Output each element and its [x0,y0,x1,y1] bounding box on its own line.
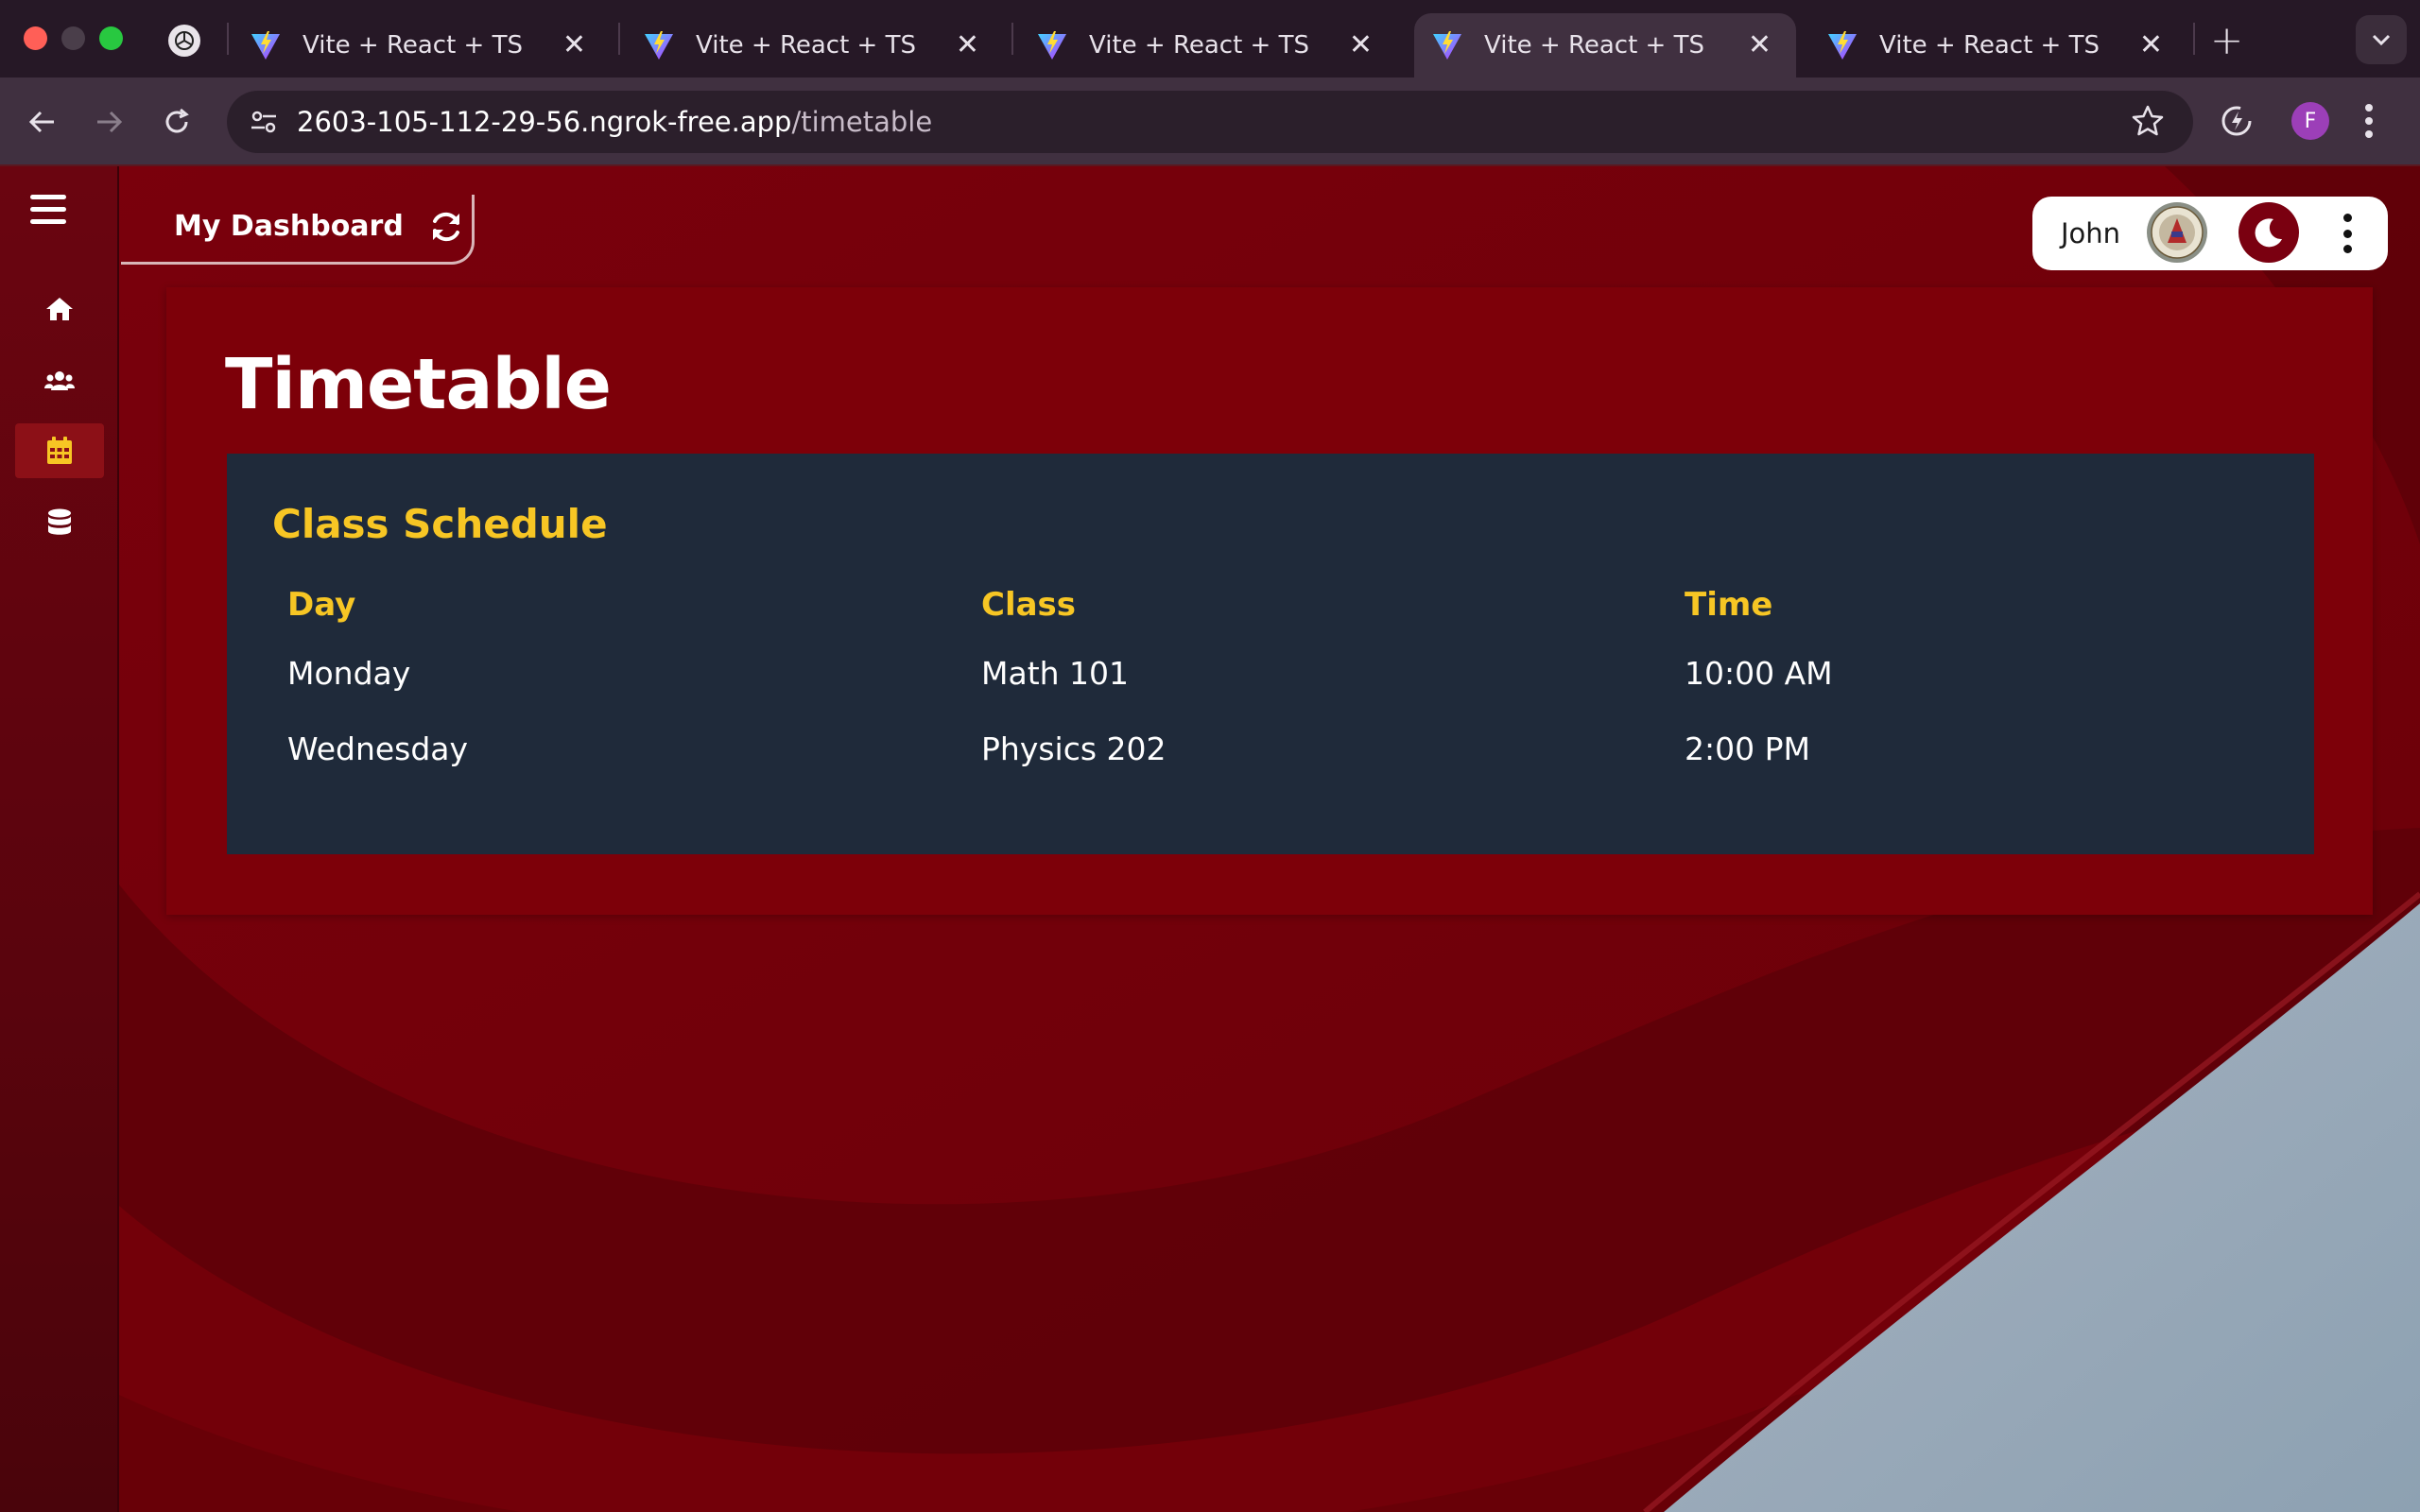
tune-icon [251,111,276,133]
extension-button[interactable] [2216,100,2257,146]
star-icon [2132,105,2164,136]
forward-button[interactable] [85,98,132,146]
tab-separator [227,23,229,55]
column-header-class: Class [981,586,1077,624]
tab-separator [1011,23,1013,55]
schedule-title: Class Schedule [272,501,608,547]
chevron-down-icon [2372,34,2391,46]
close-tab-icon[interactable]: ✕ [562,29,586,61]
browser-tab[interactable]: Vite + React + TS ✕ [626,13,1004,77]
close-window-button[interactable] [24,26,47,50]
tab-title: Vite + React + TS [1484,31,1704,60]
database-icon [48,508,71,535]
dashboard-title: My Dashboard [174,210,404,243]
sidebar [0,166,119,1512]
timetable-card: Timetable Class Schedule Day Class Time … [166,287,2373,915]
vite-icon [1828,31,1857,60]
browser-menu-button[interactable] [2363,100,2375,146]
bookmark-button[interactable] [2131,104,2165,142]
cell-time: 2:00 PM [1685,730,1810,767]
more-vertical-icon [2342,245,2352,253]
dashboard-tab[interactable]: My Dashboard [121,195,475,265]
cell-class: Math 101 [981,654,1130,692]
url-host: 2603-105-112-29-56.ngrok-free.app [297,106,792,138]
address-bar[interactable]: 2603-105-112-29-56.ngrok-free.app/timeta… [227,91,2193,153]
browser-toolbar: 2603-105-112-29-56.ngrok-free.app/timeta… [0,77,2420,166]
browser-tab-active[interactable]: Vite + React + TS ✕ [1414,13,1796,77]
tab-title: Vite + React + TS [1879,31,2100,60]
menu-icon-bar [30,207,66,212]
openai-icon [175,31,194,50]
menu-icon-bar [30,219,66,224]
close-tab-icon[interactable]: ✕ [956,29,979,61]
browser-tab[interactable]: Vite + React + TS ✕ [233,13,611,77]
class-schedule-panel: Class Schedule Day Class Time Monday Mat… [227,454,2314,854]
site-info-button[interactable] [240,98,287,146]
avatar[interactable] [2146,201,2208,264]
users-icon [44,371,75,390]
url-path: /timetable [791,106,933,138]
pinned-tab-chatgpt[interactable] [168,25,200,57]
moon-icon [2255,218,2282,248]
reload-icon [165,108,189,133]
table-row: Monday Math 101 10:00 AM [287,635,2273,711]
vite-icon [251,31,280,60]
sidebar-item-database[interactable] [15,495,104,550]
cell-time: 10:00 AM [1685,654,1833,692]
back-button[interactable] [19,98,66,146]
table-header-row: Day Class Time [287,586,2273,635]
vite-icon [1433,31,1461,60]
user-menu-pill: John [2032,197,2388,270]
cell-day: Wednesday [287,730,469,767]
menu-icon-bar [30,195,66,199]
close-tab-icon[interactable]: ✕ [2139,29,2163,61]
tab-separator [618,23,620,55]
app-viewport: My Dashboard John Timetable Class Schedu… [0,166,2420,1512]
minimize-window-button[interactable] [61,26,85,50]
close-tab-icon[interactable]: ✕ [1748,29,1772,61]
cell-class: Physics 202 [981,730,1167,767]
sidebar-item-home[interactable] [15,282,104,336]
theme-toggle-button[interactable] [2238,202,2299,263]
tab-separator [2193,23,2195,55]
vite-icon [645,31,673,60]
tab-title: Vite + React + TS [302,31,523,60]
table-row: Wednesday Physics 202 2:00 PM [287,711,2273,786]
more-vertical-icon [2365,104,2373,138]
close-tab-icon[interactable]: ✕ [1349,29,1373,61]
page-title: Timetable [225,344,612,425]
arrow-right-icon [97,111,123,133]
calendar-icon [47,437,72,464]
hamburger-menu-button[interactable] [30,195,66,227]
tab-search-button[interactable] [2356,15,2407,64]
schedule-table: Day Class Time Monday Math 101 10:00 AM … [287,586,2273,786]
browser-tab-bar: Vite + React + TS ✕ Vite + React + TS ✕ … [0,0,2420,77]
tab-title: Vite + React + TS [696,31,916,60]
column-header-time: Time [1685,586,1773,624]
cell-day: Monday [287,654,411,692]
more-vertical-icon [2342,214,2352,222]
user-name: John [2061,217,2121,249]
performance-icon [2221,106,2252,136]
new-tab-button[interactable]: + [2210,17,2243,63]
more-vertical-icon [2342,229,2352,238]
browser-tab[interactable]: Vite + React + TS ✕ [1809,13,2187,77]
tab-title: Vite + React + TS [1089,31,1309,60]
more-options-button[interactable] [2333,214,2361,253]
browser-tab[interactable]: Vite + React + TS ✕ [1019,13,1397,77]
column-header-day: Day [287,586,356,624]
reload-button[interactable] [153,98,200,146]
vite-icon [1038,31,1066,60]
sidebar-item-users[interactable] [15,353,104,408]
zoom-window-button[interactable] [99,26,123,50]
profile-avatar[interactable]: F [2291,102,2329,140]
home-icon [46,298,73,320]
url-text[interactable]: 2603-105-112-29-56.ngrok-free.app/timeta… [297,106,932,138]
refresh-icon[interactable] [427,208,465,246]
sidebar-item-timetable[interactable] [15,423,104,478]
arrow-left-icon [28,111,54,133]
